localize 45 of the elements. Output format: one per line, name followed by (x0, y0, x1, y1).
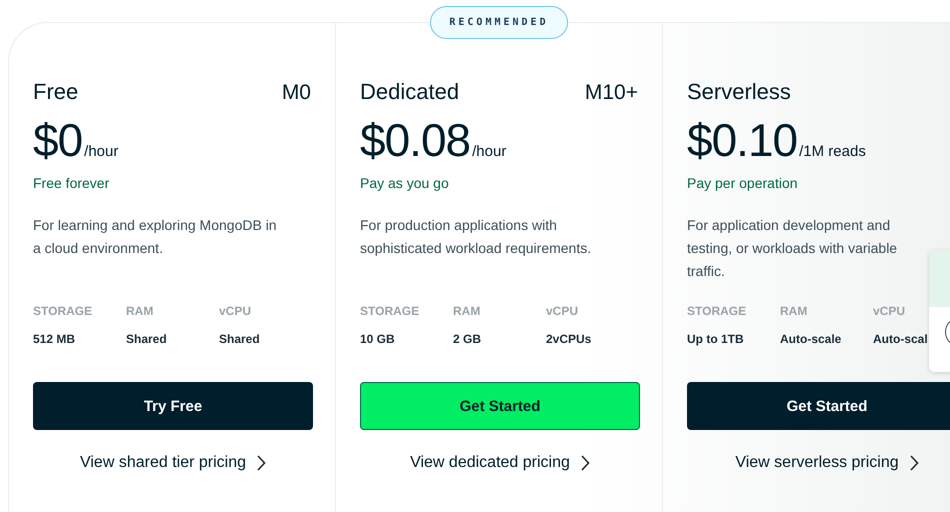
spec-label: RAM (126, 304, 154, 318)
plan-description: For production applications with sophisticated workload requirements. (360, 216, 592, 258)
billing-note: Free forever (33, 175, 110, 191)
pricing-link[interactable]: View shared tier pricing (80, 454, 246, 472)
recommended-badge: RECOMMENDED (430, 6, 568, 39)
price: $0.08 (360, 113, 470, 167)
cta-button[interactable]: Get Started (360, 382, 640, 430)
billing-note: Pay as you go (360, 175, 450, 191)
spec-value: Auto-scal (873, 332, 929, 346)
spec-value: 10 GB (360, 332, 396, 346)
plan-name: Dedicated (360, 79, 460, 105)
price: $0.10 (687, 113, 798, 167)
tier-label: M10+ (584, 81, 638, 105)
price: $0 (33, 113, 82, 167)
pricing-link[interactable]: View serverless pricing (735, 454, 899, 472)
spec-label: RAM (453, 304, 482, 318)
spec-value: Up to 1TB (687, 332, 745, 346)
billing-note: Pay per operation (687, 175, 799, 191)
spec-label: STORAGE (360, 304, 420, 318)
price-unit: /hour (84, 143, 118, 160)
spec-label: RAM (780, 304, 808, 318)
plan-description: For learning and exploring MongoDB in a cloud environment. (33, 216, 278, 258)
plan-description: For application development and testing, or workloads with variable traffic. (687, 216, 898, 281)
plan-name: Serverless (687, 79, 791, 105)
price-unit: /1M reads (799, 143, 866, 160)
tier-label: M0 (282, 81, 311, 105)
spec-value: 512 MB (33, 332, 76, 346)
spec-label: vCPU (873, 304, 906, 318)
spec-label: STORAGE (687, 304, 748, 318)
spec-label: vCPU (219, 304, 252, 318)
chevron-right-icon (908, 455, 919, 471)
pricing-link[interactable]: View dedicated pricing (410, 454, 570, 472)
spec-label: vCPU (546, 304, 580, 318)
spec-value: Shared (219, 332, 261, 346)
cta-button[interactable]: Get Started (687, 382, 950, 430)
price-unit: /hour (472, 143, 506, 160)
spec-value: Shared (126, 332, 168, 346)
spec-label: STORAGE (33, 304, 94, 318)
spec-value: 2vCPUs (546, 332, 592, 346)
spec-value: 2 GB (453, 332, 482, 346)
plan-name: Free (33, 79, 78, 105)
chevron-right-icon (580, 455, 590, 471)
chevron-right-icon (256, 455, 266, 471)
cta-button[interactable]: Try Free (33, 382, 313, 430)
spec-value: Auto-scale (780, 332, 842, 346)
